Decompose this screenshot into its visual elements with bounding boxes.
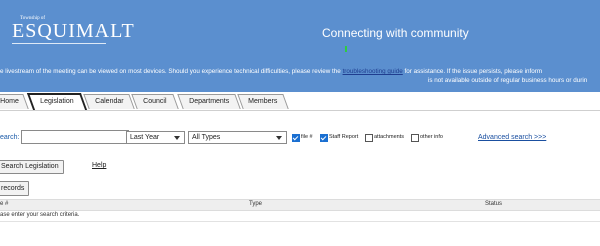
staff-report-checkbox[interactable]: [320, 134, 328, 142]
tab-legislation[interactable]: Legislation: [26, 93, 88, 110]
tab-calendar-label: Calendar: [94, 98, 124, 105]
tab-members[interactable]: Members: [237, 94, 289, 109]
notice-line-1: e livestream of the meeting can be viewe…: [0, 68, 542, 75]
tab-council-label: Council: [143, 98, 167, 105]
column-status[interactable]: Status: [485, 201, 502, 207]
header-tagline: Connecting with community: [322, 26, 469, 40]
time-period-value: Last Year: [130, 134, 160, 141]
tabs-divider: [0, 110, 600, 111]
advanced-search-link[interactable]: Advanced search >>>: [478, 134, 546, 141]
notice-text-pre: e livestream of the meeting can be viewe…: [0, 68, 343, 75]
type-value: All Types: [192, 134, 221, 141]
tab-home-label: Home: [0, 98, 19, 105]
column-type[interactable]: Type: [249, 201, 262, 207]
tab-home[interactable]: Home: [0, 94, 29, 109]
search-label: earch:: [0, 134, 20, 141]
tab-departments[interactable]: Departments: [177, 94, 241, 109]
tab-legislation-label: Legislation: [40, 98, 74, 105]
file-number-label: file #: [301, 134, 313, 140]
search-legislation-button[interactable]: Search Legislation: [0, 160, 64, 174]
header-banner: Township of ESQUIMALT Connecting with co…: [0, 0, 600, 92]
decorative-mark: [345, 46, 347, 52]
tab-members-label: Members: [248, 98, 278, 105]
attachments-checkbox[interactable]: [365, 134, 373, 142]
attachments-label: attachments: [374, 134, 404, 140]
notice-text-post: for assistance. If the issue persists, p…: [402, 68, 543, 75]
file-number-checkbox[interactable]: [292, 134, 300, 142]
troubleshooting-guide-link[interactable]: troubleshooting guide: [343, 68, 403, 75]
site-logo[interactable]: ESQUIMALT: [12, 20, 135, 43]
tab-departments-label: Departments: [189, 98, 230, 105]
other-info-label: other info: [420, 134, 443, 140]
type-select[interactable]: All Types: [188, 131, 287, 144]
chevron-down-icon: [174, 136, 180, 140]
tab-council[interactable]: Council: [131, 94, 179, 109]
staff-report-label: Staff Report: [329, 134, 359, 140]
column-file-number[interactable]: e #: [0, 201, 8, 207]
empty-message: ase enter your search criteria.: [0, 212, 80, 218]
tab-calendar[interactable]: Calendar: [83, 94, 135, 109]
logo-underline: [12, 43, 106, 44]
records-button[interactable]: records: [0, 181, 30, 196]
help-link[interactable]: Help: [92, 162, 106, 169]
other-info-checkbox[interactable]: [411, 134, 419, 142]
search-input[interactable]: [21, 130, 129, 144]
table-row: ase enter your search criteria.: [0, 211, 600, 222]
chevron-down-icon: [276, 136, 282, 140]
results-table-header: e # Type Status: [0, 199, 600, 211]
time-period-select[interactable]: Last Year: [126, 131, 185, 144]
notice-line-2: is not available outside of regular busi…: [428, 77, 588, 84]
main-tabs: Home Legislation Calendar Council Depart…: [0, 93, 600, 110]
